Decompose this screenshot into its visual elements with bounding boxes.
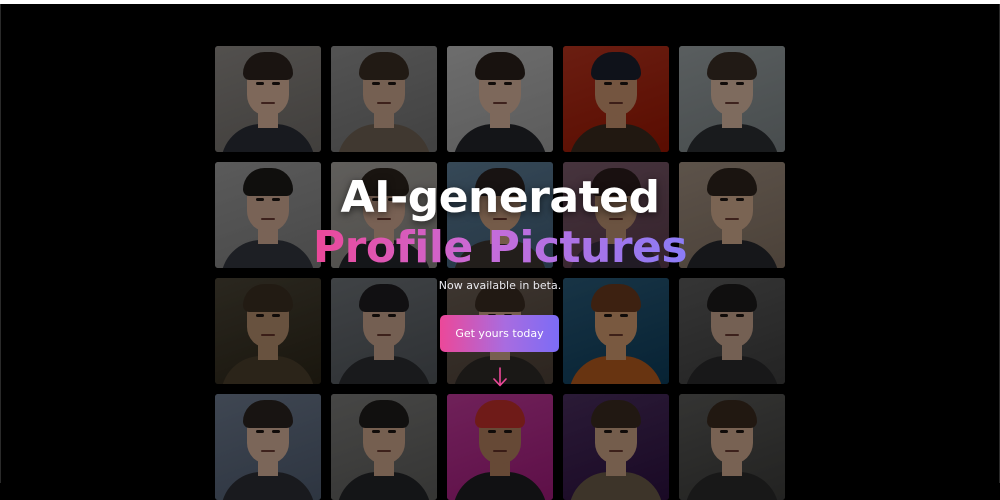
- portrait-tile: [679, 46, 785, 152]
- portrait-tile: [215, 278, 321, 384]
- portrait-dim-overlay: [331, 162, 437, 268]
- portrait-tile: [447, 46, 553, 152]
- portrait-tile: [679, 162, 785, 268]
- get-yours-today-button[interactable]: Get yours today: [440, 315, 559, 352]
- portrait-dim-overlay: [563, 278, 669, 384]
- portrait-tile: [563, 162, 669, 268]
- portrait-dim-overlay: [215, 46, 321, 152]
- portrait-tile: [331, 394, 437, 500]
- portrait-dim-overlay: [447, 394, 553, 500]
- portrait-tile: [331, 46, 437, 152]
- portrait-dim-overlay: [563, 46, 669, 152]
- portrait-tile: [679, 278, 785, 384]
- page-edge-left: [0, 4, 1, 483]
- portrait-tile: [215, 394, 321, 500]
- portrait-dim-overlay: [447, 162, 553, 268]
- portrait-tile: [563, 46, 669, 152]
- arrow-down-icon[interactable]: [490, 366, 510, 388]
- portrait-tile: [679, 394, 785, 500]
- portrait-dim-overlay: [215, 394, 321, 500]
- portrait-tile: [331, 278, 437, 384]
- portrait-gallery: [215, 46, 785, 500]
- portrait-tile: [447, 162, 553, 268]
- portrait-dim-overlay: [331, 278, 437, 384]
- portrait-tile: [331, 162, 437, 268]
- portrait-dim-overlay: [215, 278, 321, 384]
- portrait-dim-overlay: [331, 394, 437, 500]
- portrait-dim-overlay: [447, 46, 553, 152]
- portrait-dim-overlay: [331, 46, 437, 152]
- browser-top-edge: [0, 0, 1000, 4]
- portrait-tile: [563, 394, 669, 500]
- portrait-dim-overlay: [679, 46, 785, 152]
- portrait-dim-overlay: [679, 162, 785, 268]
- portrait-dim-overlay: [563, 162, 669, 268]
- portrait-dim-overlay: [563, 394, 669, 500]
- portrait-dim-overlay: [679, 394, 785, 500]
- portrait-dim-overlay: [679, 278, 785, 384]
- portrait-tile: [215, 46, 321, 152]
- portrait-tile: [215, 162, 321, 268]
- portrait-tile: [563, 278, 669, 384]
- portrait-dim-overlay: [215, 162, 321, 268]
- portrait-tile: [447, 394, 553, 500]
- cta-label: Get yours today: [455, 327, 544, 340]
